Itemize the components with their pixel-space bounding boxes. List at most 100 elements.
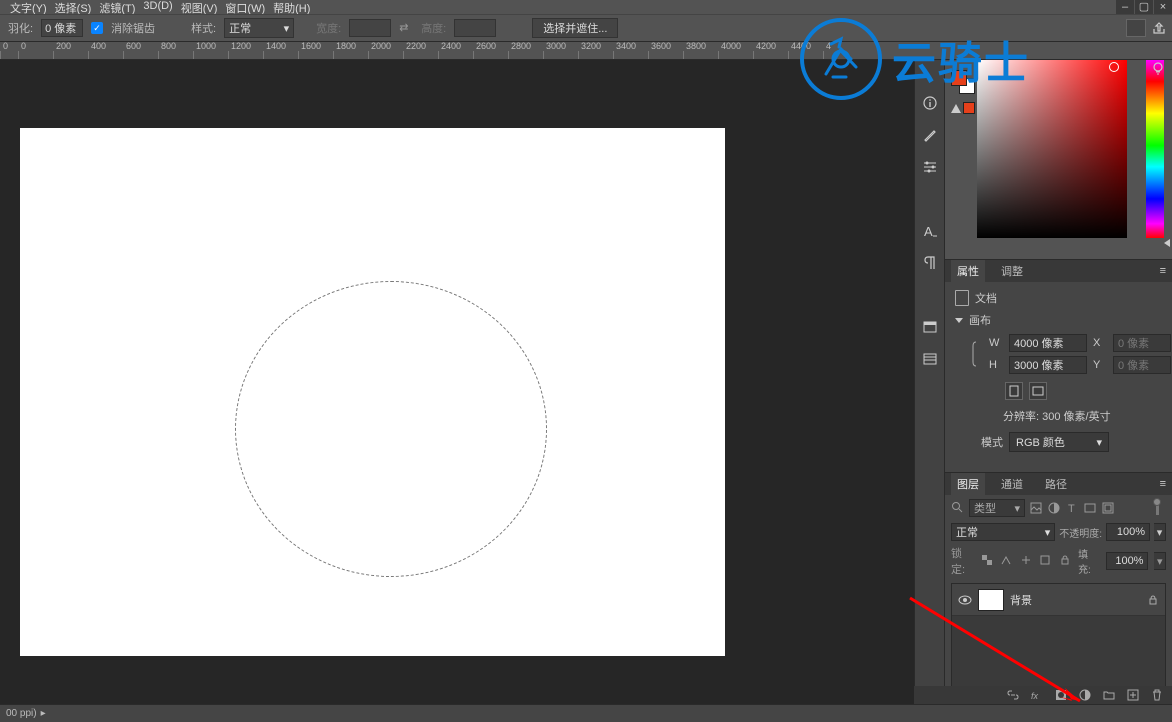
- type-icon[interactable]: A: [921, 222, 939, 240]
- document-icon: [955, 290, 969, 306]
- paragraph-icon[interactable]: [921, 254, 939, 272]
- lock-image-icon[interactable]: [1000, 554, 1013, 568]
- search-bulb-icon[interactable]: [1150, 60, 1168, 78]
- tab-adjustments[interactable]: 调整: [995, 260, 1029, 282]
- status-bar: 00 ppi) ▸: [0, 704, 1172, 722]
- gamut-swatch[interactable]: [963, 102, 975, 114]
- style-label: 样式:: [191, 20, 216, 36]
- menu-3d[interactable]: 3D(D): [141, 0, 174, 12]
- collapse-caret-icon[interactable]: [955, 318, 963, 323]
- lock-position-icon[interactable]: [1020, 554, 1033, 568]
- filter-shape-icon[interactable]: [1083, 501, 1097, 515]
- feather-label: 羽化:: [8, 20, 33, 36]
- mode-label: 模式: [981, 434, 1003, 450]
- lock-artboard-icon[interactable]: [1039, 554, 1052, 568]
- tab-channels[interactable]: 通道: [995, 473, 1029, 495]
- filter-smart-icon[interactable]: [1101, 501, 1115, 515]
- sliders-icon[interactable]: [921, 158, 939, 176]
- link-wh-icon[interactable]: [969, 340, 983, 368]
- filter-type-icon[interactable]: T: [1065, 501, 1079, 515]
- color-panel: [945, 60, 1172, 260]
- group-icon[interactable]: [1102, 688, 1116, 702]
- x-field: [1113, 334, 1171, 352]
- fill-dropdown[interactable]: ▾: [1154, 552, 1166, 570]
- tab-paths[interactable]: 路径: [1039, 473, 1073, 495]
- layer-thumbnail[interactable]: [978, 589, 1004, 611]
- info-icon[interactable]: [921, 94, 939, 112]
- document-label: 文档: [975, 290, 997, 306]
- close-button[interactable]: ×: [1154, 0, 1172, 14]
- y-field: [1113, 356, 1171, 374]
- color-picker-handle[interactable]: [1109, 62, 1119, 72]
- hue-slider[interactable]: [1146, 60, 1164, 238]
- color-mode-select[interactable]: RGB 颜色▾: [1009, 432, 1109, 452]
- main-area: A 属性 调整 ≡: [0, 60, 1172, 704]
- status-text: 00 ppi): [6, 708, 37, 719]
- fill-input[interactable]: 100%: [1106, 552, 1149, 570]
- canvas-section-label: 画布: [969, 312, 991, 328]
- svg-text:T: T: [1068, 503, 1075, 515]
- maximize-button[interactable]: ▢: [1135, 0, 1153, 14]
- minimize-button[interactable]: –: [1116, 0, 1134, 14]
- portrait-button[interactable]: [1005, 382, 1023, 400]
- gamut-warning-icon[interactable]: [951, 104, 961, 113]
- frame-icon[interactable]: [1126, 19, 1146, 37]
- elliptical-selection: [235, 281, 547, 577]
- layer-lock-icon[interactable]: [1147, 594, 1159, 606]
- adjustment-layer-icon[interactable]: [1078, 688, 1092, 702]
- antialias-checkbox[interactable]: ✓: [91, 22, 103, 34]
- lock-transparent-icon[interactable]: [981, 554, 994, 568]
- lock-all-icon[interactable]: [1059, 554, 1072, 568]
- window-controls: – ▢ ×: [1115, 0, 1172, 14]
- height-field[interactable]: [1009, 356, 1087, 374]
- h-label: H: [989, 359, 1003, 371]
- select-mask-button[interactable]: 选择并遮住...: [532, 18, 618, 38]
- options-bar: 羽化: ✓ 消除锯齿 样式: 正常▾ 宽度: ⇄ 高度: 选择并遮住...: [0, 14, 1172, 42]
- libraries-icon[interactable]: [921, 350, 939, 368]
- mask-icon[interactable]: [1054, 688, 1068, 702]
- hue-slider-handle[interactable]: [1164, 239, 1170, 247]
- menu-bar: 文字(Y) 选择(S) 滤镜(T) 3D(D) 视图(V) 窗口(W) 帮助(H…: [0, 0, 1172, 14]
- lock-label: 锁定:: [951, 545, 975, 577]
- canvas[interactable]: [20, 128, 725, 656]
- filter-pixel-icon[interactable]: [1029, 501, 1043, 515]
- foreground-color-swatch[interactable]: [951, 70, 967, 86]
- filter-adjust-icon[interactable]: [1047, 501, 1061, 515]
- opacity-dropdown[interactable]: ▾: [1154, 523, 1166, 541]
- filter-type-select[interactable]: 类型▾: [969, 499, 1025, 517]
- blend-mode-select[interactable]: 正常▾: [951, 523, 1055, 541]
- delete-layer-icon[interactable]: [1150, 688, 1164, 702]
- svg-text:fx: fx: [1031, 691, 1039, 701]
- tab-properties[interactable]: 属性: [951, 260, 985, 282]
- panel-menu-icon[interactable]: ≡: [1160, 265, 1166, 277]
- tab-layers[interactable]: 图层: [951, 473, 985, 495]
- layers-panel-menu-icon[interactable]: ≡: [1160, 478, 1166, 490]
- feather-input[interactable]: [41, 19, 83, 37]
- swatches-icon[interactable]: [921, 318, 939, 336]
- link-layers-icon[interactable]: [1006, 688, 1020, 702]
- new-layer-icon[interactable]: [1126, 688, 1140, 702]
- canvas-area[interactable]: [0, 60, 914, 704]
- visibility-icon[interactable]: [958, 593, 972, 607]
- share-icon[interactable]: [1152, 21, 1166, 35]
- x-label: X: [1093, 337, 1107, 349]
- height-label: 高度:: [421, 20, 446, 36]
- fx-icon[interactable]: fx: [1030, 688, 1044, 702]
- opacity-input[interactable]: 100%: [1106, 523, 1150, 541]
- status-arrow-icon[interactable]: ▸: [41, 708, 46, 719]
- color-field[interactable]: [977, 60, 1127, 238]
- layer-name[interactable]: 背景: [1010, 592, 1141, 608]
- brush-icon[interactable]: [921, 126, 939, 144]
- swap-wh-icon: ⇄: [399, 21, 413, 35]
- style-select[interactable]: 正常▾: [224, 18, 294, 38]
- fill-label: 填充:: [1078, 546, 1100, 576]
- y-label: Y: [1093, 359, 1107, 371]
- filter-toggle[interactable]: [1156, 501, 1166, 515]
- panels-column: 属性 调整 ≡ 文档 画布 W X H: [944, 60, 1172, 704]
- layers-panel: 图层 通道 路径 ≡ 类型▾ T 正常▾ 不透明度: 100% ▾: [945, 473, 1172, 704]
- width-field[interactable]: [1009, 334, 1087, 352]
- width-label: 宽度:: [316, 20, 341, 36]
- landscape-button[interactable]: [1029, 382, 1047, 400]
- layer-row-background[interactable]: 背景: [952, 584, 1165, 616]
- opacity-label: 不透明度:: [1059, 525, 1102, 540]
